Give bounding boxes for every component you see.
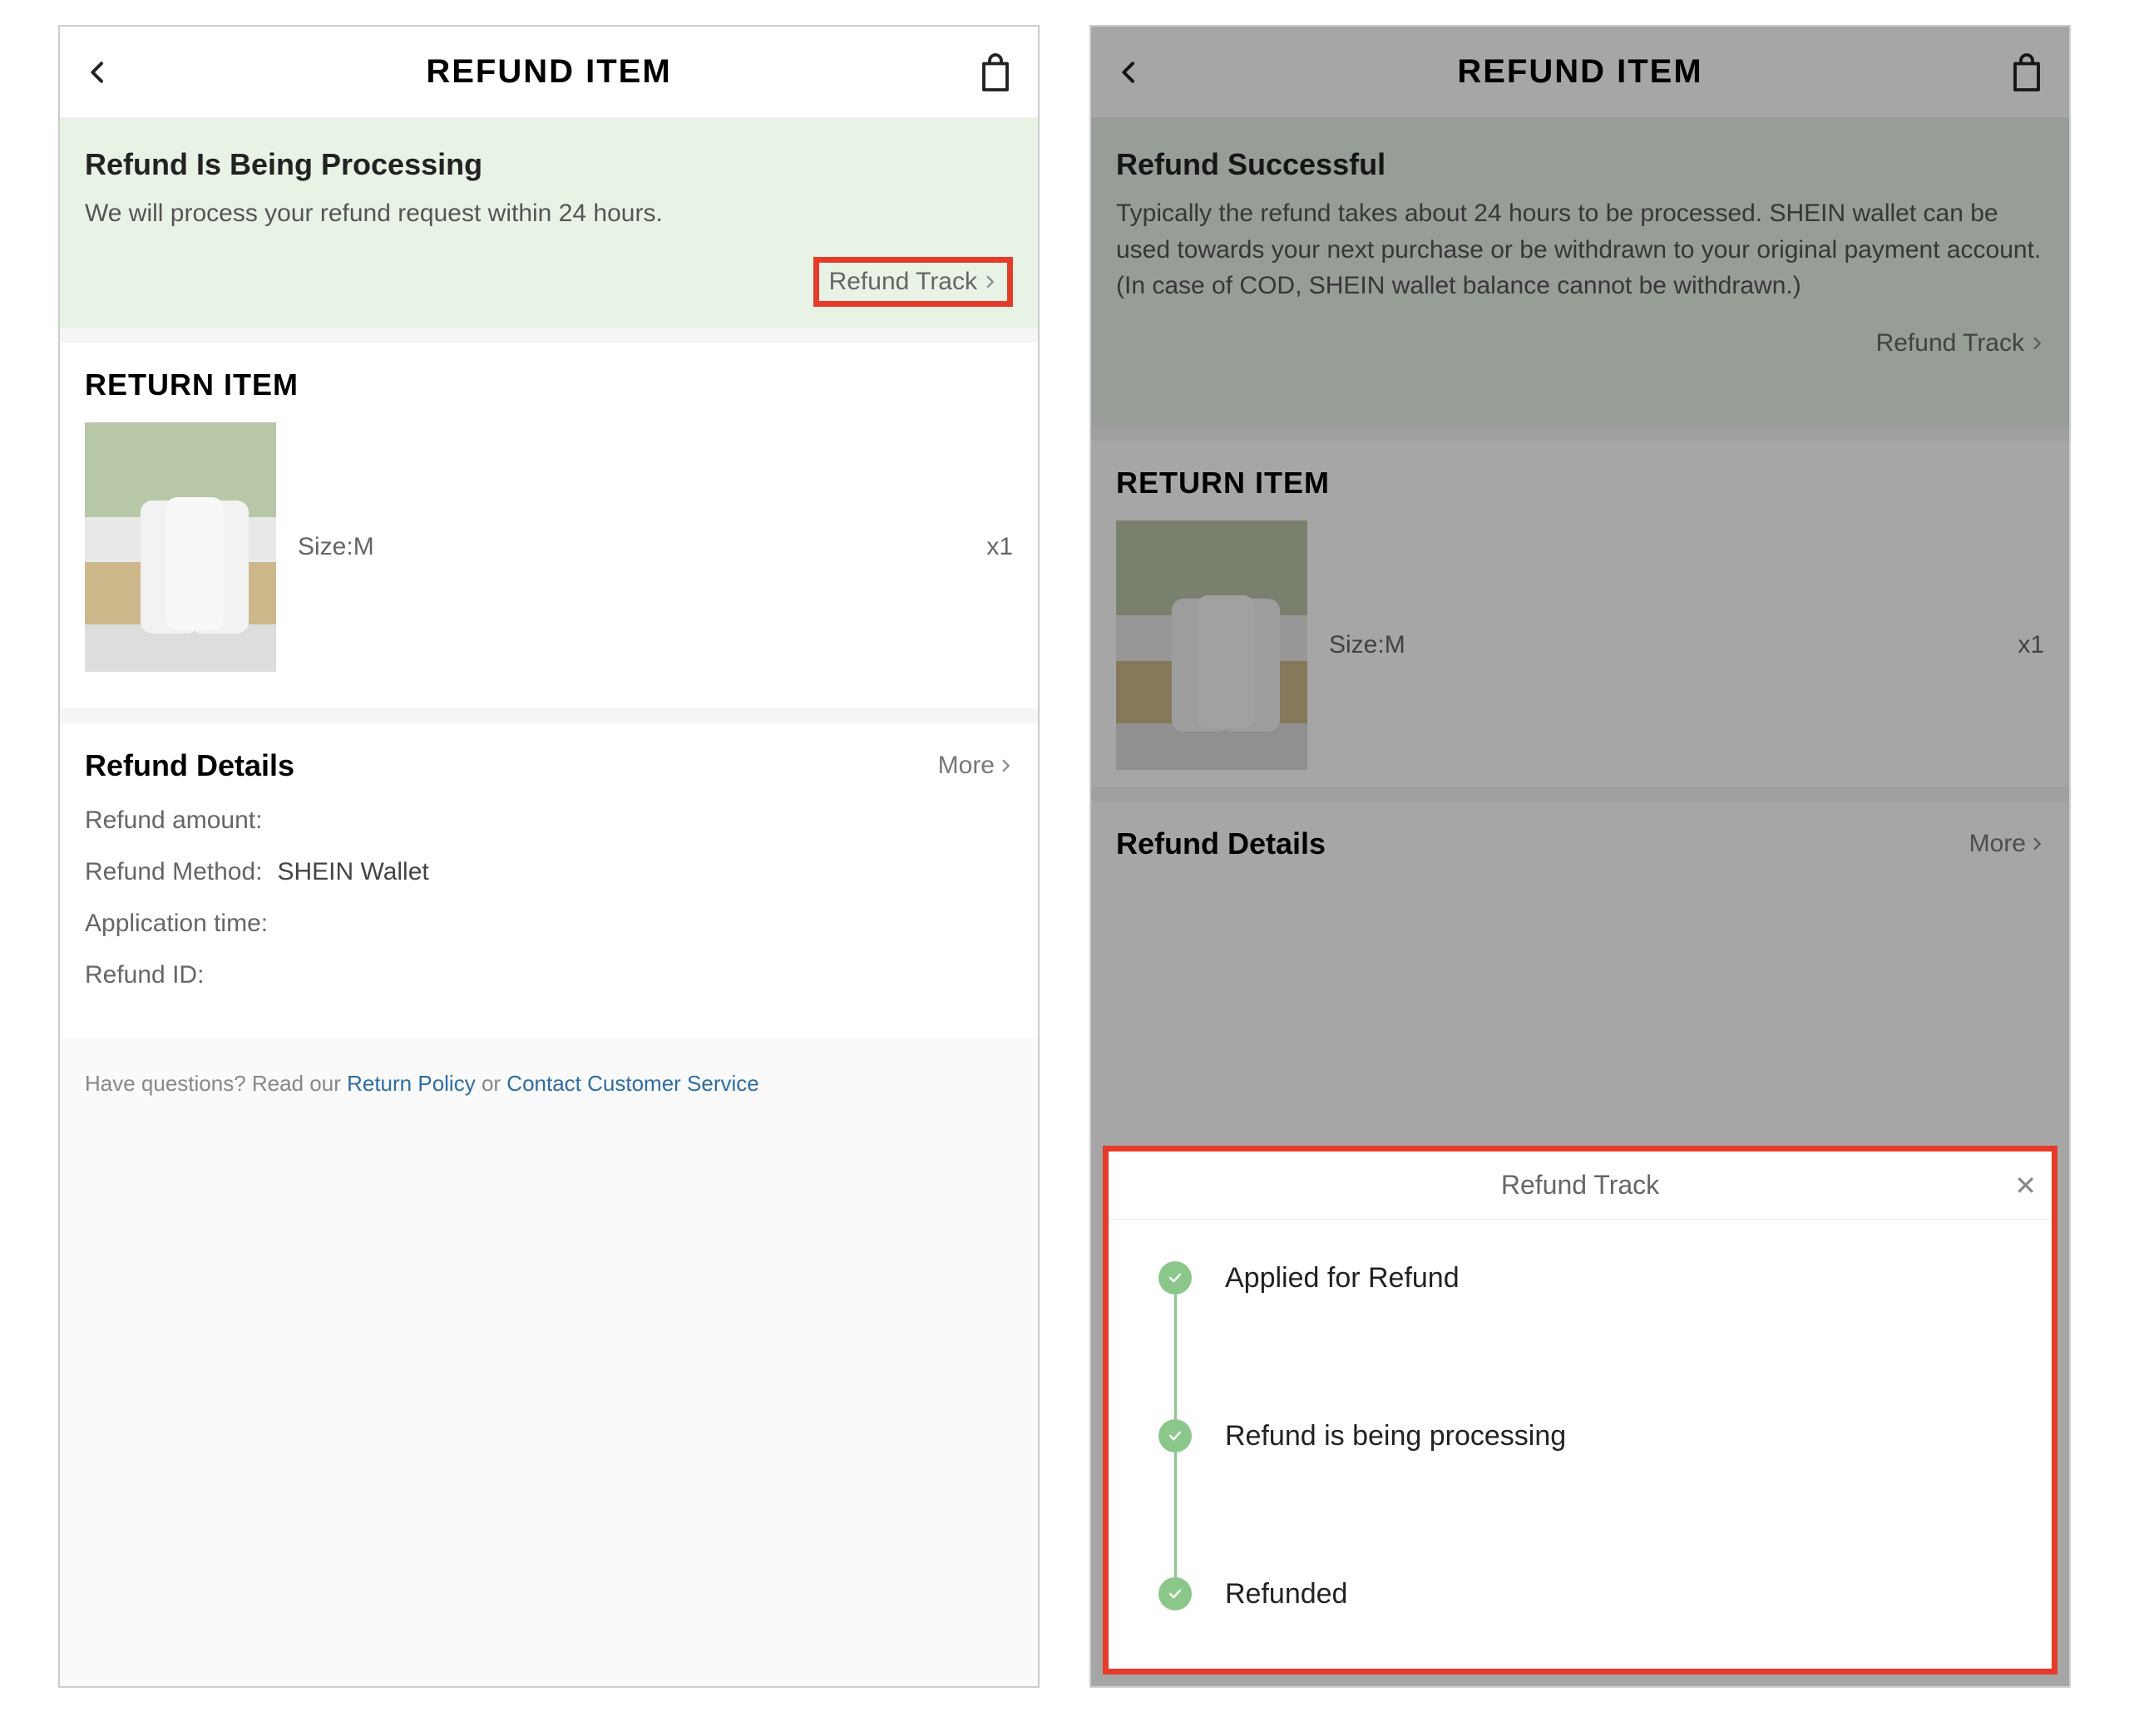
help-prefix: Have questions? Read our <box>85 1071 347 1096</box>
chevron-right-icon <box>998 754 1013 777</box>
screen-refund-successful: REFUND ITEM Refund Successful Typically … <box>1089 25 2071 1688</box>
chevron-right-icon <box>982 270 997 293</box>
more-label: More <box>938 752 995 780</box>
refund-id-label: Refund ID: <box>85 961 204 989</box>
contact-cs-link[interactable]: Contact Customer Service <box>506 1071 758 1096</box>
back-button[interactable] <box>85 52 111 92</box>
timeline-step: Applied for Refund <box>1158 1261 2018 1419</box>
page-title: REFUND ITEM <box>426 53 671 91</box>
check-circle-icon <box>1158 1261 1192 1295</box>
help-mid: or <box>476 1071 507 1096</box>
shopping-bag-icon[interactable] <box>978 52 1013 93</box>
timeline-step-label: Refund is being processing <box>1225 1420 1566 1452</box>
status-title: Refund Is Being Processing <box>85 147 1013 182</box>
refund-method-value: SHEIN Wallet <box>277 858 428 885</box>
refund-track-link[interactable]: Refund Track <box>813 257 1013 307</box>
timeline-step-label: Refunded <box>1225 1578 1347 1610</box>
check-circle-icon <box>1158 1577 1192 1610</box>
check-circle-icon <box>1158 1419 1192 1452</box>
refund-amount-label: Refund amount: <box>85 806 262 834</box>
sheet-title: Refund Track <box>1501 1170 1659 1200</box>
return-item-heading: RETURN ITEM <box>85 367 1013 402</box>
refund-track-label: Refund Track <box>829 268 977 296</box>
return-policy-link[interactable]: Return Policy <box>347 1071 476 1096</box>
refund-details-heading: Refund Details <box>85 748 294 783</box>
titlebar: REFUND ITEM <box>60 27 1038 118</box>
refund-track-sheet: Refund Track ✕ Applied for Refund Refund… <box>1103 1146 2057 1674</box>
sheet-header: Refund Track ✕ <box>1109 1152 2052 1220</box>
product-thumbnail[interactable] <box>85 422 276 672</box>
product-qty: x1 <box>986 533 1013 561</box>
more-link[interactable]: More <box>938 752 1013 780</box>
refund-method-label: Refund Method: <box>85 858 262 885</box>
screen-refund-processing: REFUND ITEM Refund Is Being Processing W… <box>58 25 1040 1688</box>
timeline-step: Refunded <box>1158 1577 2018 1619</box>
product-size: Size:M <box>298 533 374 561</box>
return-item-section: RETURN ITEM Size:M x1 <box>60 343 1038 708</box>
refund-details-section: Refund Details More Refund amount: Refun… <box>60 723 1038 1038</box>
application-time-label: Application time: <box>85 910 268 937</box>
status-body: We will process your refund request with… <box>85 195 1013 232</box>
status-banner: Refund Is Being Processing We will proce… <box>60 118 1038 328</box>
close-icon[interactable]: ✕ <box>2014 1170 2037 1201</box>
help-footer: Have questions? Read our Return Policy o… <box>60 1038 1038 1687</box>
return-item-row: Size:M x1 <box>85 422 1013 672</box>
refund-timeline: Applied for Refund Refund is being proce… <box>1109 1220 2052 1669</box>
timeline-step-label: Applied for Refund <box>1225 1262 1460 1295</box>
timeline-step: Refund is being processing <box>1158 1419 2018 1577</box>
